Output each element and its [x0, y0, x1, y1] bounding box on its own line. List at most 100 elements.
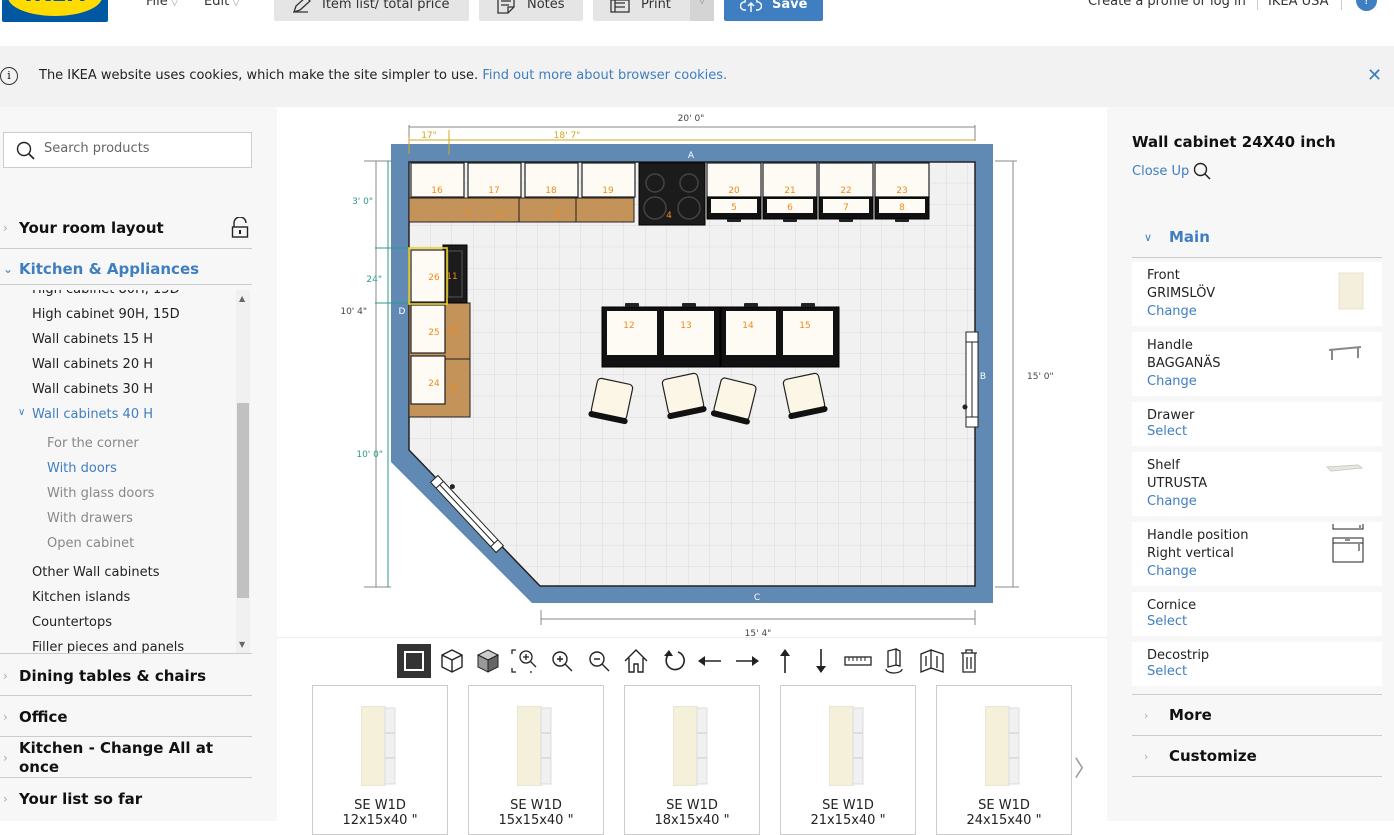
subcategory-item[interactable]: For the corner: [47, 436, 139, 451]
wall-cabinet[interactable]: 16: [410, 162, 465, 198]
delete-button[interactable]: [952, 644, 986, 678]
category-item[interactable]: Wall cabinets 20 H: [32, 357, 153, 372]
section-more[interactable]: › More: [1132, 706, 1382, 728]
option-change-link[interactable]: Change: [1147, 304, 1197, 319]
wall-cabinet[interactable]: 18: [524, 162, 579, 198]
shelf-thumbnail: [1325, 464, 1364, 472]
zoom-out-button[interactable]: [582, 644, 616, 678]
close-icon[interactable]: ✕: [1367, 67, 1382, 85]
country-link[interactable]: IKEA USA: [1268, 0, 1329, 9]
section-main[interactable]: ∨ Main: [1132, 228, 1382, 250]
base-cabinet[interactable]: 7: [818, 196, 874, 222]
move-up-button[interactable]: [768, 644, 802, 678]
product-name: SE W1D: [978, 798, 1030, 813]
option-select-link[interactable]: Select: [1147, 614, 1187, 629]
category-item[interactable]: Wall cabinets 30 H: [32, 382, 153, 397]
view-2d-button[interactable]: [397, 644, 431, 678]
save-button[interactable]: Save: [724, 0, 823, 21]
section-dining[interactable]: › Dining tables & chairs: [0, 667, 252, 687]
unit-label: 22: [840, 186, 851, 196]
product-card[interactable]: SE W1D 12x15x40 ": [312, 685, 448, 835]
section-kitchen-appliances[interactable]: ⌄ Kitchen & Appliances: [0, 260, 252, 280]
file-menu[interactable]: File ▽: [146, 0, 178, 9]
floor-plan[interactable]: A B C D 20' 0" 17" 18' 7" 3' 0" 24" 10' …: [277, 107, 1107, 637]
help-button[interactable]: ?: [1356, 0, 1377, 11]
base-cabinet[interactable]: 5: [706, 196, 762, 222]
product-card[interactable]: SE W1D 18x15x40 ": [624, 685, 760, 835]
home-button[interactable]: [619, 644, 653, 678]
category-scrollbar[interactable]: ▲ ▼: [236, 290, 250, 653]
search-box[interactable]: [3, 132, 252, 168]
option-row: Decostrip Select: [1132, 642, 1382, 686]
zoom-fit-button[interactable]: [507, 644, 541, 678]
base-cabinet[interactable]: 8: [874, 196, 930, 222]
category-item[interactable]: Kitchen islands: [32, 590, 130, 605]
category-item[interactable]: Filler pieces and panels: [32, 640, 184, 653]
subcategory-item[interactable]: With drawers: [47, 511, 133, 526]
unlock-icon[interactable]: [231, 217, 249, 239]
rotate-cabinet-button[interactable]: [877, 644, 911, 678]
chevron-right-icon[interactable]: 〉: [1074, 751, 1096, 783]
subcategory-item-selected[interactable]: With doors: [47, 461, 117, 476]
option-select-link[interactable]: Select: [1147, 424, 1187, 439]
subcategory-item[interactable]: With glass doors: [47, 486, 154, 501]
category-item[interactable]: Other Wall cabinets: [32, 565, 159, 580]
category-item-expanded[interactable]: ∨ Wall cabinets 40 H: [18, 407, 153, 422]
ikea-logo[interactable]: IKEA: [2, 0, 108, 22]
option-select-link[interactable]: Select: [1147, 664, 1187, 679]
wall-cabinet[interactable]: 24: [410, 355, 446, 405]
wall-label-b: B: [980, 372, 986, 382]
walls-view-button[interactable]: [915, 644, 949, 678]
product-card[interactable]: SE W1D 21x15x40 ": [780, 685, 916, 835]
move-left-button[interactable]: [693, 644, 727, 678]
category-item[interactable]: High cabinet 80H, 15D: [32, 290, 180, 297]
close-up-link[interactable]: Close Up: [1132, 162, 1211, 180]
scroll-down-icon[interactable]: ▼: [239, 640, 245, 649]
zoom-in-button[interactable]: [545, 644, 579, 678]
section-room-layout[interactable]: › Your room layout: [0, 217, 252, 239]
wall-cabinet[interactable]: 19: [581, 162, 636, 198]
search-input[interactable]: [44, 141, 244, 156]
wall-cabinet[interactable]: 26: [410, 249, 446, 303]
profile-link[interactable]: Create a profile or log in: [1088, 0, 1246, 9]
base-cabinet-run-top[interactable]: [408, 197, 635, 223]
section-office[interactable]: › Office: [0, 708, 252, 728]
section-customize[interactable]: › Customize: [1132, 747, 1382, 769]
edit-menu[interactable]: Edit ▽: [204, 0, 240, 9]
wall-cabinet[interactable]: 22: [818, 162, 874, 198]
cookie-info-link[interactable]: Find out more about browser cookies.: [482, 68, 727, 83]
category-item[interactable]: Countertops: [32, 615, 112, 630]
range-stove[interactable]: [638, 162, 706, 226]
zoom-in-icon: [552, 651, 573, 672]
measure-button[interactable]: [841, 644, 875, 678]
category-item[interactable]: Wall cabinets 15 H: [32, 332, 153, 347]
print-button[interactable]: Print ▽: [593, 0, 714, 21]
subcategory-item[interactable]: Open cabinet: [47, 536, 134, 551]
wall-cabinet[interactable]: 21: [762, 162, 818, 198]
base-cabinet[interactable]: 6: [762, 196, 818, 222]
section-list-so-far[interactable]: › Your list so far: [0, 790, 252, 810]
section-change-all[interactable]: › Kitchen - Change All at once: [0, 739, 252, 779]
floor-plan-canvas[interactable]: A B C D 20' 0" 17" 18' 7" 3' 0" 24" 10' …: [277, 107, 1107, 637]
rotate-button[interactable]: [657, 644, 691, 678]
move-down-button[interactable]: [804, 644, 838, 678]
option-change-link[interactable]: Change: [1147, 564, 1197, 579]
wall-cabinet[interactable]: 17: [467, 162, 522, 198]
option-change-link[interactable]: Change: [1147, 494, 1197, 509]
notes-button[interactable]: Notes: [479, 0, 583, 21]
item-list-button[interactable]: Item list/ total price: [274, 0, 469, 21]
wall-cabinet[interactable]: 23: [874, 162, 930, 198]
option-change-link[interactable]: Change: [1147, 374, 1197, 389]
category-item[interactable]: High cabinet 90H, 15D: [32, 307, 180, 322]
wall-cabinet[interactable]: 25: [410, 304, 446, 354]
move-right-button[interactable]: [730, 644, 764, 678]
product-card[interactable]: SE W1D 24x15x40 ": [936, 685, 1072, 835]
divider: [0, 777, 252, 778]
view-3d-button[interactable]: [435, 644, 469, 678]
scroll-up-icon[interactable]: ▲: [239, 294, 245, 303]
product-card[interactable]: SE W1D 15x15x40 ": [468, 685, 604, 835]
wall-cabinet[interactable]: 20: [706, 162, 762, 198]
print-options-dropdown[interactable]: ▽: [690, 0, 714, 21]
scrollbar-thumb[interactable]: [237, 403, 249, 598]
view-3d-solid-button[interactable]: [471, 644, 505, 678]
